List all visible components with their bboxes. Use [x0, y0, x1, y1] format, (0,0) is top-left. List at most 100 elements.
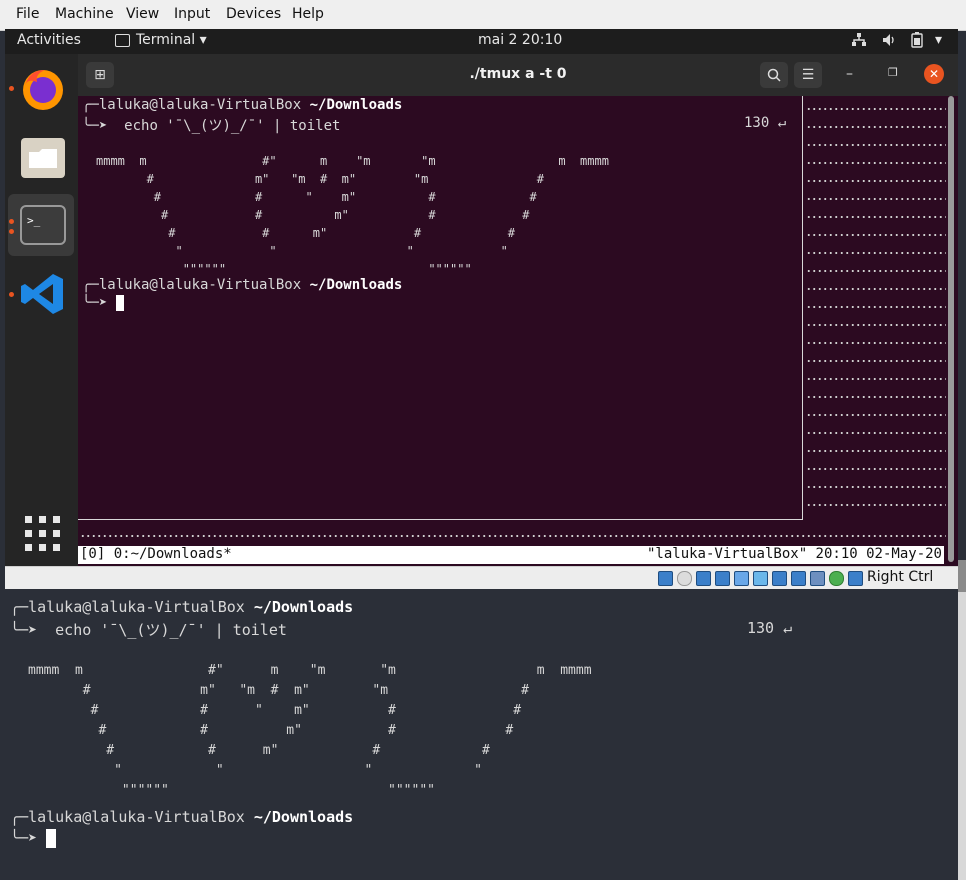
menu-devices[interactable]: Devices: [226, 6, 281, 22]
prompt-dir: ~/Downloads: [309, 277, 403, 293]
gnome-top-bar: Activities Terminal ▾ mai 2 20:10 ▾: [5, 29, 958, 54]
prompt-arrow: ╰─➤: [10, 621, 56, 639]
vm-command-line: ╰─➤ echo '¯\_(ツ)_/¯' | toilet: [82, 115, 340, 135]
prompt-user: laluka@laluka-VirtualBox: [98, 97, 302, 113]
firefox-icon[interactable]: [19, 64, 67, 112]
prompt-user: laluka@laluka-VirtualBox: [28, 598, 245, 616]
toilet-art-line: # m" "m # m" "m #: [28, 683, 529, 698]
terminal-scrollbar-thumb[interactable]: [948, 96, 954, 562]
prompt-corner: ╭─: [82, 277, 99, 293]
network-icon[interactable]: [851, 32, 867, 52]
show-apps-icon[interactable]: [19, 510, 67, 558]
terminal-app-icon: [115, 34, 130, 47]
battery-icon[interactable]: [911, 32, 923, 52]
svg-text:>_: >_: [27, 214, 41, 227]
search-icon[interactable]: [760, 62, 788, 88]
recording-icon[interactable]: [791, 571, 806, 586]
prompt-user: laluka@laluka-VirtualBox: [28, 808, 245, 826]
host-key-label: Right Ctrl: [867, 569, 934, 585]
app-menu-button[interactable]: Terminal ▾: [136, 32, 207, 48]
shared-folders-icon[interactable]: [753, 571, 768, 586]
desktop-background-strip: [958, 560, 966, 592]
toilet-art-line: """""" """""": [96, 262, 472, 276]
host-window-edge: [958, 592, 966, 880]
display-icon[interactable]: [772, 571, 787, 586]
prompt-arrow: ╰─➤: [82, 118, 125, 134]
prompt-user: laluka@laluka-VirtualBox: [98, 277, 302, 293]
tmux-dot-fill: [806, 100, 946, 520]
prompt-corner: ╭─: [82, 97, 99, 113]
vm-input-line[interactable]: ╰─➤: [82, 295, 124, 311]
host-input-line[interactable]: ╰─➤: [10, 829, 57, 848]
exit-code: 130 ↵: [744, 115, 787, 131]
tmux-window-list[interactable]: [0] 0:~/Downloads*: [80, 546, 232, 562]
hamburger-menu-icon[interactable]: ☰: [794, 62, 822, 88]
toilet-art-line: # # m" # #: [96, 208, 530, 222]
toilet-art-line: " " " ": [96, 244, 508, 258]
host-toilet-art-block: mmmm m #" m "m "m m mmmm # m" "m # m" "m…: [28, 661, 592, 801]
menu-input[interactable]: Input: [174, 6, 210, 22]
menu-file[interactable]: File: [16, 6, 39, 22]
dock: >_: [5, 54, 78, 566]
clock[interactable]: mai 2 20:10: [478, 32, 562, 48]
toilet-art-block: mmmm m #" m "m "m m mmmm # m" "m # m" "m…: [96, 152, 609, 278]
volume-icon[interactable]: [881, 32, 897, 52]
prompt-corner: ╭─: [10, 808, 29, 826]
vm-prompt-line-2: ╭─laluka@laluka-VirtualBox ~/Downloads: [82, 277, 402, 293]
text-cursor: [46, 829, 57, 848]
usb-icon[interactable]: [734, 571, 749, 586]
prompt-corner: ╭─: [10, 598, 29, 616]
network-adapter-icon[interactable]: [715, 571, 730, 586]
toilet-art-line: # # " m" # #: [28, 703, 522, 718]
prompt-arrow: ╰─➤: [10, 829, 47, 847]
toilet-art-line: mmmm m #" m "m "m m mmmm: [28, 663, 592, 678]
prompt-dir: ~/Downloads: [253, 598, 354, 616]
vm-prompt-line-1: ╭─laluka@laluka-VirtualBox ~/Downloads: [82, 97, 402, 113]
virtualbox-status-bar: Right Ctrl: [5, 566, 958, 589]
maximize-icon[interactable]: ❐: [888, 66, 898, 79]
prompt-dir: ~/Downloads: [253, 808, 354, 826]
virtualbox-menubar: File Machine View Input Devices Help: [0, 0, 966, 31]
toilet-art-line: """""" """""": [28, 783, 435, 798]
menu-machine[interactable]: Machine: [55, 6, 114, 22]
hard-disk-icon[interactable]: [658, 571, 673, 586]
mouse-integration-icon[interactable]: [829, 571, 844, 586]
tmux-status-bar: [0] 0:~/Downloads* "laluka-VirtualBox" 2…: [78, 546, 944, 564]
prompt-dir: ~/Downloads: [309, 97, 403, 113]
virtualization-icon[interactable]: [810, 571, 825, 586]
toilet-art-line: # # " m" # #: [96, 190, 537, 204]
running-indicator: [9, 219, 14, 224]
toilet-art-line: # # m" # #: [28, 723, 514, 738]
running-indicator: [9, 86, 14, 91]
tmux-dot-row: [80, 532, 946, 540]
toilet-art-line: mmmm m #" m "m "m m mmmm: [96, 154, 609, 168]
terminal-title: ./tmux a -t 0: [469, 66, 567, 82]
terminal-icon[interactable]: >_: [19, 202, 67, 250]
terminal-headerbar: ⊞ ./tmux a -t 0 ☰ – ❐ ✕: [78, 54, 958, 96]
app-menu-chevron-icon: ▾: [199, 32, 207, 48]
menu-help[interactable]: Help: [292, 6, 324, 22]
command-text: echo '¯\_(ツ)_/¯' | toilet: [55, 621, 287, 639]
toilet-art-line: # # m" # #: [96, 226, 516, 240]
audio-icon[interactable]: [696, 571, 711, 586]
minimize-icon[interactable]: –: [846, 66, 853, 82]
app-menu-label: Terminal: [136, 32, 196, 48]
tmux-host-clock: "laluka-VirtualBox" 20:10 02-May-20: [646, 546, 942, 562]
optical-drive-icon[interactable]: [677, 571, 692, 586]
toilet-art-line: # # m" # #: [28, 743, 490, 758]
close-icon[interactable]: ✕: [924, 64, 944, 84]
files-icon[interactable]: [19, 134, 67, 182]
host-command-line: ╰─➤ echo '¯\_(ツ)_/¯' | toilet: [10, 619, 287, 640]
vscode-icon[interactable]: [19, 270, 67, 318]
menu-view[interactable]: View: [126, 6, 159, 22]
activities-button[interactable]: Activities: [17, 32, 81, 48]
host-prompt-line-2: ╭─laluka@laluka-VirtualBox ~/Downloads: [10, 808, 353, 826]
host-prompt-line-1: ╭─laluka@laluka-VirtualBox ~/Downloads: [10, 598, 353, 616]
system-menu-chevron-icon[interactable]: ▾: [935, 32, 942, 48]
prompt-arrow: ╰─➤: [82, 295, 116, 311]
running-indicator: [9, 292, 14, 297]
command-text: echo '¯\_(ツ)_/¯' | toilet: [124, 118, 341, 134]
keyboard-capture-icon[interactable]: [848, 571, 863, 586]
host-exit-code: 130 ↵: [747, 619, 793, 637]
toilet-art-line: # m" "m # m" "m #: [96, 172, 544, 186]
